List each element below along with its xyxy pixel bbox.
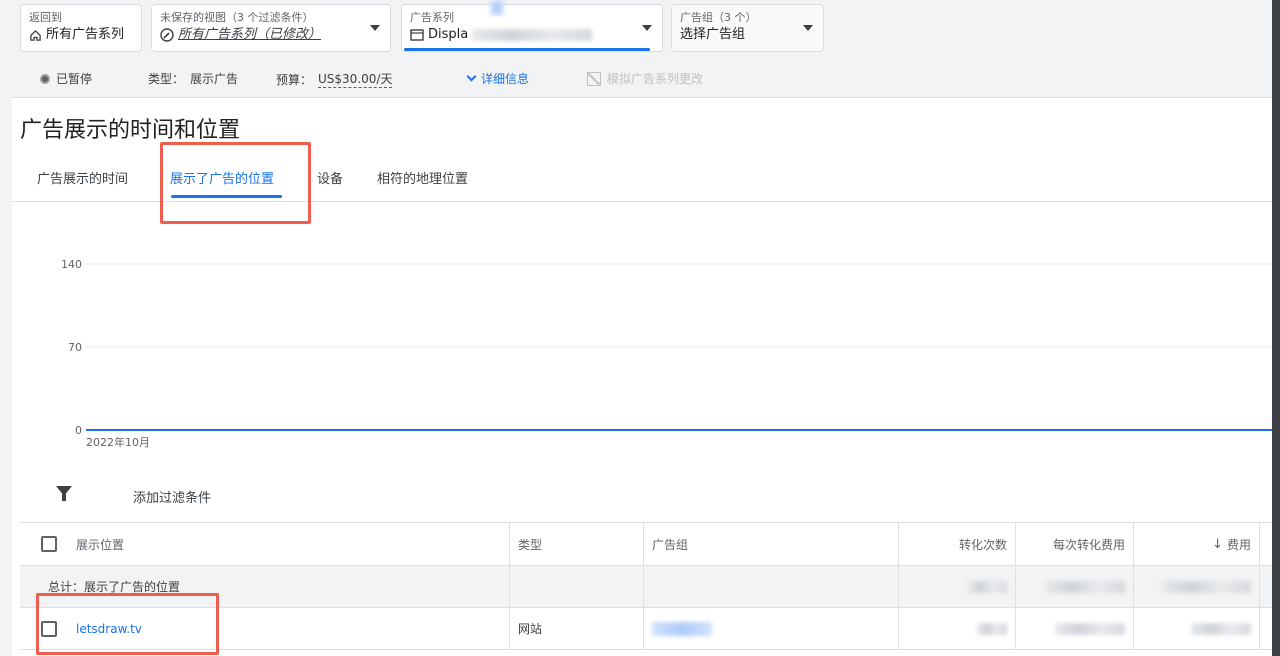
ad-group-label: 广告组（3 个） <box>680 11 757 24</box>
campaign-type: 类型： 展示广告 <box>148 70 238 87</box>
back-to-campaigns-button[interactable]: 返回到 所有广告系列 <box>20 4 142 52</box>
status-text: 已暂停 <box>56 72 93 86</box>
table-filter-bar: 添加过滤条件 <box>20 465 1272 523</box>
display-campaign-icon <box>410 29 424 41</box>
total-type-cell <box>510 566 644 607</box>
add-filter-button[interactable]: 添加过滤条件 <box>133 487 211 506</box>
details-toggle[interactable]: 详细信息 <box>466 70 530 87</box>
total-cost-cell <box>1134 566 1260 607</box>
edit-view-icon <box>160 28 174 42</box>
y-tick-label: 0 <box>75 424 82 437</box>
chevron-down-icon <box>803 25 813 31</box>
left-gutter <box>0 0 12 656</box>
home-icon <box>30 29 41 41</box>
tab-devices[interactable]: 设备 <box>317 168 343 187</box>
column-header-cost[interactable]: ↓ 费用 <box>1134 523 1260 565</box>
redacted-marker <box>490 1 504 15</box>
saved-view-dropdown[interactable]: 未保存的视图（3 个过滤条件） 所有广告系列（已修改） <box>151 4 391 52</box>
x-tick-label: 2022年10月 <box>86 435 150 449</box>
ad-group-cell <box>644 608 899 649</box>
app-window: 返回到 所有广告系列 未保存的视图（3 个过滤条件） 所有广告系列（已修改） 广… <box>0 0 1280 656</box>
campaign-dropdown[interactable]: 广告系列 Displa <box>401 1 663 52</box>
column-header-placement[interactable]: 展示位置 <box>20 523 510 565</box>
column-header-ad-group[interactable]: 广告组 <box>644 523 899 565</box>
table-header-row: 展示位置 类型 广告组 转化次数 每次转化费用 ↓ 费用 <box>20 523 1272 566</box>
window-edge <box>1272 0 1280 656</box>
main-content: 返回到 所有广告系列 未保存的视图（3 个过滤条件） 所有广告系列（已修改） 广… <box>12 0 1272 656</box>
total-conversions-cell <box>899 566 1016 607</box>
tab-matched-locations[interactable]: 相符的地理位置 <box>377 168 468 187</box>
total-cpa-cell <box>1016 566 1134 607</box>
campaign-label: 广告系列 <box>410 11 454 24</box>
filter-icon[interactable] <box>56 486 72 501</box>
y-tick-label: 70 <box>68 341 82 354</box>
highlight-box-row <box>36 593 219 655</box>
view-value: 所有广告系列（已修改） <box>178 27 322 42</box>
page-title: 广告展示的时间和位置 <box>20 118 241 143</box>
chevron-down-icon <box>466 71 477 82</box>
chart-svg: 140 70 0 2022年10月 <box>61 258 1272 449</box>
campaign-budget: 预算： US$30.00/天 <box>276 70 393 88</box>
top-filter-bar: 返回到 所有广告系列 未保存的视图（3 个过滤条件） 所有广告系列（已修改） 广… <box>12 0 1272 62</box>
back-label: 返回到 <box>29 11 62 24</box>
column-header-type[interactable]: 类型 <box>510 523 644 565</box>
performance-chart: 140 70 0 2022年10月 <box>12 203 1272 459</box>
total-ad-group-cell <box>644 566 899 607</box>
simulate-changes-button[interactable]: 模拟广告系列更改 <box>587 70 703 87</box>
cost-header-label: 费用 <box>1226 537 1251 552</box>
tab-when-ads-showed[interactable]: 广告展示的时间 <box>37 168 128 187</box>
status-badge: 已暂停 <box>40 70 92 87</box>
sort-descending-icon: ↓ <box>1212 536 1223 552</box>
conversions-cell <box>899 608 1016 649</box>
chevron-down-icon <box>370 25 380 31</box>
budget-value[interactable]: US$30.00/天 <box>318 70 393 88</box>
type-label: 类型： <box>148 72 185 86</box>
y-tick-label: 140 <box>61 258 82 271</box>
campaign-status-row: 已暂停 类型： 展示广告 预算： US$30.00/天 详细信息 模拟广告系列更… <box>12 62 1272 98</box>
simulate-label: 模拟广告系列更改 <box>607 72 704 86</box>
chevron-down-icon <box>642 25 652 31</box>
campaign-value: Displa <box>428 27 469 42</box>
ad-group-value: 选择广告组 <box>680 27 746 42</box>
column-header-conversions[interactable]: 转化次数 <box>899 523 1016 565</box>
simulate-disabled-icon <box>587 71 601 86</box>
cost-cell <box>1134 608 1260 649</box>
cpa-cell <box>1016 608 1134 649</box>
budget-label: 预算： <box>276 72 313 87</box>
details-label: 详细信息 <box>481 72 530 86</box>
column-header-cost-per-conversion[interactable]: 每次转化费用 <box>1016 523 1134 565</box>
type-cell: 网站 <box>510 608 644 649</box>
paused-status-icon <box>40 73 50 84</box>
redacted-campaign-name <box>472 29 593 41</box>
type-value: 展示广告 <box>190 72 239 86</box>
view-label: 未保存的视图（3 个过滤条件） <box>160 11 314 24</box>
back-value: 所有广告系列 <box>46 27 125 42</box>
ad-group-dropdown[interactable]: 广告组（3 个） 选择广告组 <box>671 4 824 52</box>
campaign-selected-indicator <box>404 48 650 51</box>
